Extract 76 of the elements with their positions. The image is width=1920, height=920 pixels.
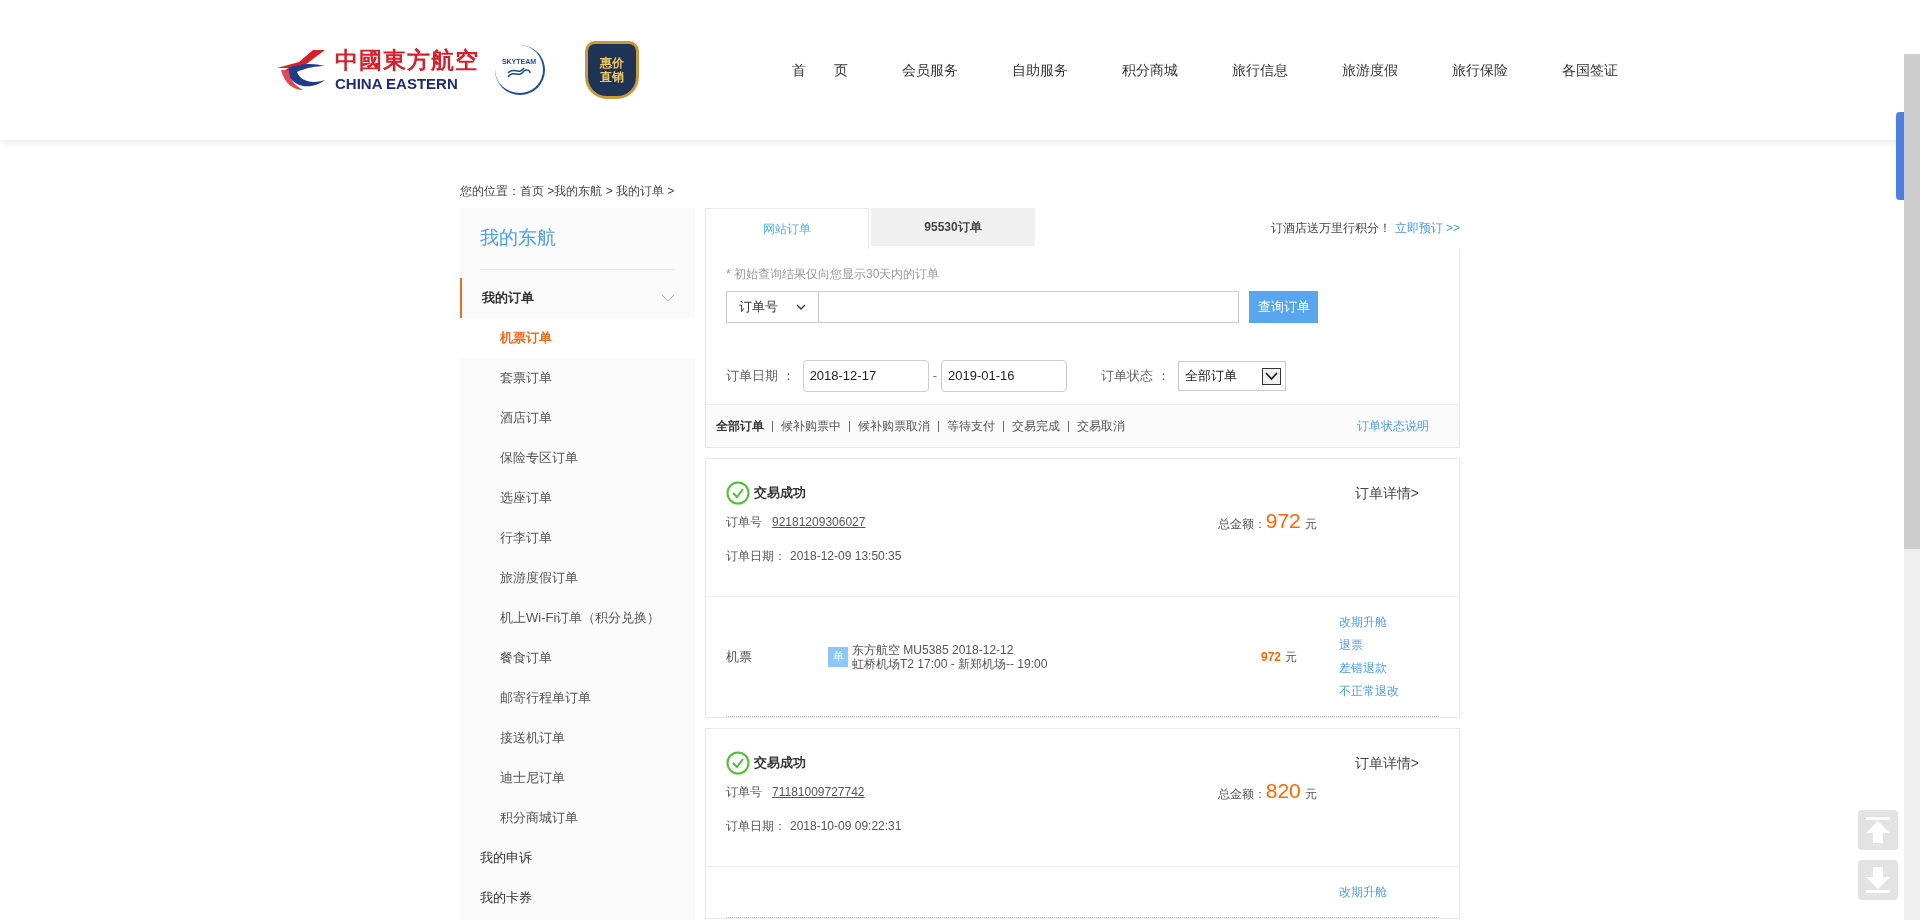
order-date: 2018-12-09 13:50:35 <box>790 548 902 565</box>
order-number-label: 订单号 <box>726 784 762 801</box>
order-number-link[interactable]: 92181209306027 <box>772 513 866 531</box>
nav-link[interactable]: 旅行信息 <box>1205 59 1315 81</box>
total-amount: 972 <box>1265 508 1301 534</box>
one-way-badge: 单 <box>828 646 848 667</box>
sidebar-subitem[interactable]: 积分商城订单 <box>460 797 695 838</box>
check-circle-icon <box>726 751 750 775</box>
sidebar-subitem[interactable]: 邮寄行程单订单 <box>460 677 695 718</box>
status-filter-link[interactable]: 交易取消 <box>1077 417 1125 435</box>
order-number-link[interactable]: 71181009727742 <box>772 783 865 801</box>
order-type-select[interactable]: 订单号 <box>726 291 819 323</box>
order-status: 交易成功 <box>754 484 806 503</box>
logo-english-name: CHINA EASTERN <box>335 76 459 91</box>
status-label: 订单状态 ： <box>1100 367 1170 386</box>
total-label: 总金额： <box>1217 516 1266 533</box>
nav-link[interactable]: 旅游度假 <box>1315 59 1425 81</box>
badge-shield: 惠价 直销 <box>585 41 639 99</box>
sidebar-title: 我的东航 <box>480 227 556 248</box>
sidebar-item[interactable]: 我的卡券 <box>460 877 695 918</box>
status-filter-link[interactable]: 等待支付 <box>947 417 995 435</box>
logo-chinese-name: 中國東方航空 <box>335 49 479 72</box>
chevron-icon <box>661 293 675 302</box>
search-note: * 初始查询结果仅向您显示30天内的订单 <box>726 266 941 283</box>
date-to-field[interactable]: 2019-01-16 <box>940 360 1067 392</box>
nav-link[interactable]: 各国签证 <box>1535 59 1645 81</box>
go-to-bottom-button[interactable] <box>1858 860 1898 900</box>
status-filter-link[interactable]: 候补购票取消 <box>858 417 930 435</box>
sidebar-subitem[interactable]: 选座订单 <box>460 477 695 518</box>
order-tab[interactable]: 95530订单 <box>871 208 1035 246</box>
order-date-label: 订单日期： <box>726 548 786 565</box>
sidebar-subitem[interactable]: 旅游度假订单 <box>460 557 695 598</box>
order-detail-link[interactable]: 订单详情> <box>1354 483 1419 504</box>
sidebar-item[interactable]: 我的申诉 <box>460 837 695 878</box>
breadcrumb: 您的位置：首页 >我的东航 > 我的订单 > <box>460 183 676 200</box>
item-type: 机票 <box>726 647 753 666</box>
sidebar-subitem[interactable]: 机上Wi-Fi订单（积分兑换） <box>460 597 695 638</box>
status-filter-link[interactable]: 全部订单 <box>716 417 764 435</box>
date-from-field[interactable]: 2018-12-17 <box>802 360 929 392</box>
item-price: 972 <box>1260 648 1281 666</box>
date-label: 订单日期 ： <box>726 367 795 386</box>
order-detail-link[interactable]: 订单详情> <box>1354 753 1419 774</box>
check-circle-icon <box>726 481 750 505</box>
chevron-down-icon <box>796 304 806 310</box>
currency-unit: 元 <box>1285 648 1297 666</box>
flight-info: 东方航空 MU5385 2018-12-12 <box>852 642 1015 657</box>
sidebar-subitem[interactable]: 迪士尼订单 <box>460 757 695 798</box>
currency-unit: 元 <box>1304 786 1317 803</box>
order-status: 交易成功 <box>754 754 806 773</box>
dropdown-icon <box>1261 367 1281 385</box>
status-select[interactable]: 全部订单 <box>1177 361 1286 391</box>
sidebar-subitem[interactable]: 行李订单 <box>460 517 695 558</box>
nav-link[interactable]: 首 页 <box>765 59 875 81</box>
order-search-field[interactable] <box>819 291 1239 323</box>
status-filter-link[interactable]: 交易完成 <box>1012 417 1060 435</box>
sidebar-subitem[interactable]: 酒店订单 <box>460 397 695 438</box>
sidebar-subitem[interactable]: 套票订单 <box>460 357 695 398</box>
promo-text: 订酒店送万里行积分！ <box>1270 220 1391 237</box>
order-number-label: 订单号 <box>726 514 762 531</box>
nav-link[interactable]: 积分商城 <box>1095 59 1205 81</box>
order-date-label: 订单日期： <box>726 818 786 835</box>
nav-link[interactable]: 会员服务 <box>875 59 985 81</box>
date-separator: - <box>932 367 937 386</box>
status-filter-link[interactable]: 候补购票中 <box>781 417 841 435</box>
nav-link[interactable]: 自助服务 <box>985 59 1095 81</box>
side-tab[interactable] <box>1896 112 1904 200</box>
nav-link[interactable]: 旅行保险 <box>1425 59 1535 81</box>
sidebar-subitem[interactable]: 保险专区订单 <box>460 437 695 478</box>
total-label: 总金额： <box>1217 786 1266 803</box>
sidebar-subitem[interactable]: 餐食订单 <box>460 637 695 678</box>
total-amount: 820 <box>1265 778 1301 804</box>
order-date: 2018-10-09 09:22:31 <box>790 818 902 835</box>
back-to-top-button[interactable] <box>1858 810 1898 850</box>
currency-unit: 元 <box>1304 516 1317 533</box>
sidebar-subitem[interactable]: 接送机订单 <box>460 717 695 758</box>
flight-route: 虹桥机场T2 17:00 - 新郑机场-- 19:00 <box>852 656 1048 671</box>
